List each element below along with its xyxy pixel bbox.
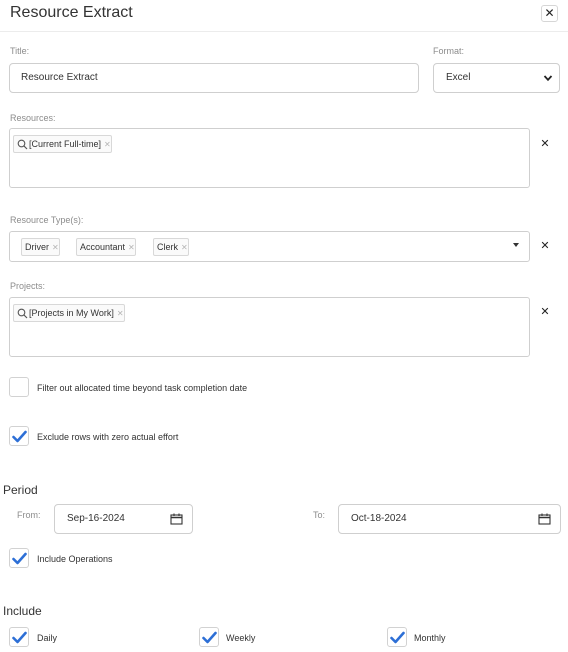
include-operations-label: Include Operations <box>37 554 113 564</box>
check-icon <box>12 430 27 443</box>
format-select[interactable]: Excel <box>433 63 560 93</box>
from-label: From: <box>17 510 41 520</box>
resource-chip-label: [Current Full-time] <box>29 139 102 149</box>
to-date-input[interactable]: Oct-18-2024 <box>338 504 561 534</box>
check-icon <box>390 631 405 644</box>
remove-chip-icon[interactable]: ✕ <box>104 140 111 149</box>
from-date-value: Sep-16-2024 <box>67 513 125 524</box>
resource-chip: [Current Full-time] ✕ <box>13 135 112 153</box>
close-icon: ✕ <box>540 240 550 252</box>
filter-allocated-checkbox[interactable] <box>9 377 29 397</box>
close-icon: ✕ <box>544 6 555 20</box>
remove-chip-icon[interactable]: ✕ <box>181 243 188 252</box>
search-icon <box>17 139 28 150</box>
title-label: Title: <box>10 46 30 56</box>
check-icon <box>12 631 27 644</box>
exclude-zero-label: Exclude rows with zero actual effort <box>37 432 179 442</box>
project-chip: [Projects in My Work] ✕ <box>13 304 125 322</box>
resource-types-multiselect[interactable]: Driver ✕ Accountant ✕ Clerk ✕ <box>9 231 530 262</box>
format-select-value: Excel <box>446 72 471 83</box>
remove-chip-icon[interactable]: ✕ <box>128 243 135 252</box>
close-icon: ✕ <box>540 306 550 318</box>
resources-multiselect[interactable]: [Current Full-time] ✕ <box>9 128 530 188</box>
clear-resource-types-button[interactable]: ✕ <box>535 236 555 256</box>
from-date-input[interactable]: Sep-16-2024 <box>54 504 193 534</box>
chevron-down-icon <box>543 75 553 82</box>
remove-chip-icon[interactable]: ✕ <box>117 309 124 318</box>
clear-resources-button[interactable]: ✕ <box>535 134 555 154</box>
resource-type-chip: Driver ✕ <box>21 238 60 256</box>
search-icon <box>17 308 28 319</box>
daily-label: Daily <box>37 633 58 643</box>
projects-multiselect[interactable]: [Projects in My Work] ✕ <box>9 297 530 357</box>
calendar-icon[interactable] <box>170 513 183 525</box>
calendar-icon[interactable] <box>538 513 551 525</box>
project-chip-label: [Projects in My Work] <box>29 308 114 318</box>
dialog-title: Resource Extract <box>10 4 133 21</box>
include-heading: Include <box>3 604 42 618</box>
resource-type-chip-label: Accountant <box>80 242 126 252</box>
caret-down-icon[interactable] <box>513 243 519 247</box>
exclude-zero-checkbox[interactable] <box>9 426 29 446</box>
to-date-value: Oct-18-2024 <box>351 513 407 524</box>
remove-chip-icon[interactable]: ✕ <box>52 243 59 252</box>
daily-checkbox[interactable] <box>9 627 29 647</box>
header-divider <box>0 31 568 32</box>
filter-allocated-label: Filter out allocated time beyond task co… <box>37 383 248 393</box>
clear-projects-button[interactable]: ✕ <box>535 302 555 322</box>
resource-type-chip: Clerk ✕ <box>153 238 189 256</box>
check-icon <box>12 552 27 565</box>
resource-types-label: Resource Type(s): <box>10 215 84 225</box>
check-icon <box>202 631 217 644</box>
resource-type-chip-label: Clerk <box>157 242 179 252</box>
resource-type-chip: Accountant ✕ <box>76 238 136 256</box>
weekly-label: Weekly <box>226 633 256 643</box>
resource-type-chip-label: Driver <box>25 242 49 252</box>
monthly-checkbox[interactable] <box>387 627 407 647</box>
close-icon: ✕ <box>540 138 550 150</box>
to-label: To: <box>313 510 326 520</box>
resources-label: Resources: <box>10 113 56 123</box>
close-button[interactable]: ✕ <box>541 5 558 22</box>
monthly-label: Monthly <box>414 633 446 643</box>
period-heading: Period <box>3 483 38 497</box>
weekly-checkbox[interactable] <box>199 627 219 647</box>
format-label: Format: <box>433 46 465 56</box>
projects-label: Projects: <box>10 281 46 291</box>
include-operations-checkbox[interactable] <box>9 548 29 568</box>
title-input-value: Resource Extract <box>21 72 98 83</box>
title-input[interactable]: Resource Extract <box>9 63 419 93</box>
